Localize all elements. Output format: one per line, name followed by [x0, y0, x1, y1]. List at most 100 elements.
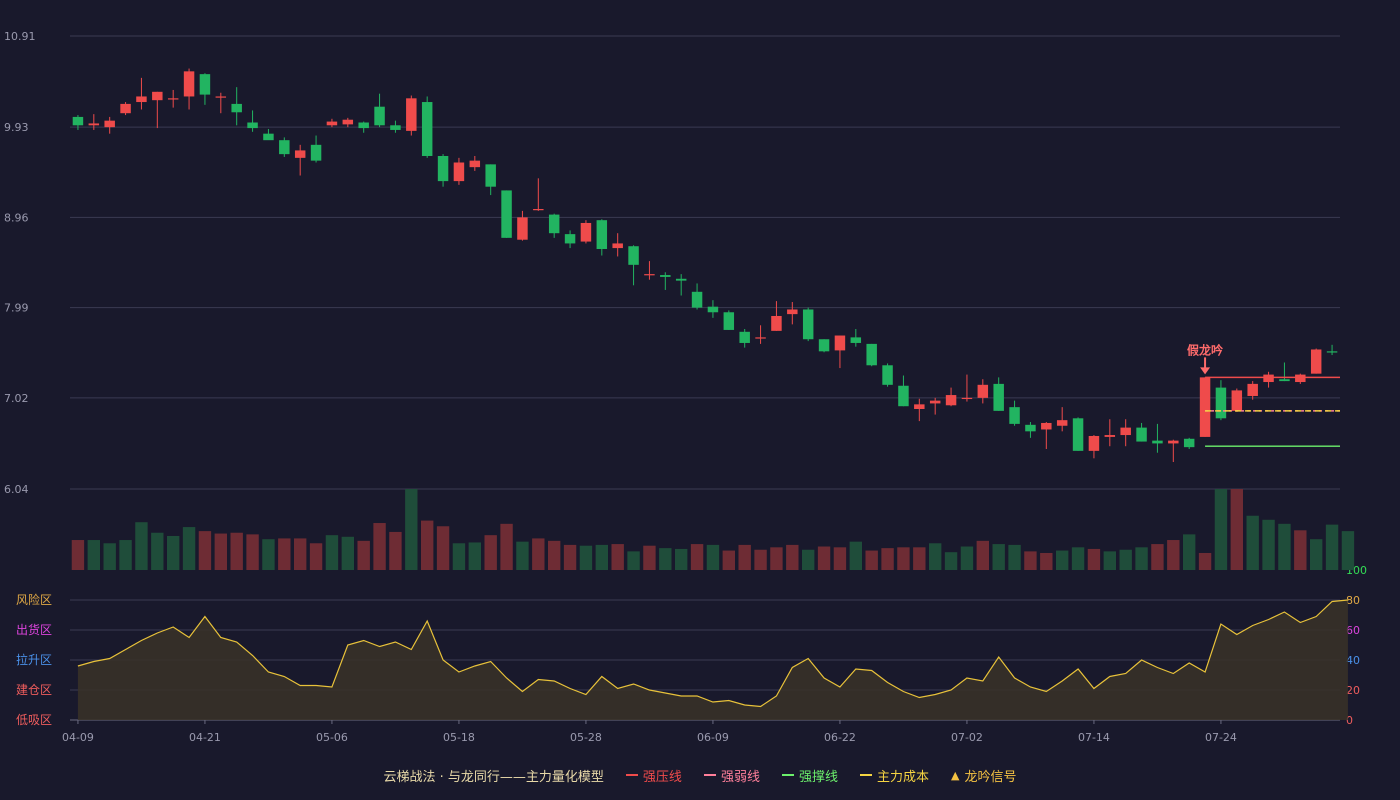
zone-label: 风险区: [16, 592, 52, 607]
volume-bar: [1055, 550, 1069, 570]
triangle-icon: ▲: [950, 768, 960, 782]
candle-body: [596, 220, 608, 250]
legend-item-strength-line[interactable]: 强弱线: [703, 766, 760, 785]
volume-bar: [770, 547, 783, 570]
volume-bar: [1325, 524, 1339, 570]
price-tick-label: 9.93: [4, 121, 29, 134]
candle-body: [501, 190, 512, 238]
volume-bar: [484, 535, 497, 570]
volume-bar: [341, 536, 355, 570]
candle-body: [675, 278, 687, 281]
zone-label: 建仓区: [16, 683, 52, 697]
volume-bar: [373, 523, 386, 570]
legend-item-strong-pressure[interactable]: 强压线: [625, 766, 682, 785]
candle-body: [374, 106, 385, 126]
volume-bar: [1071, 547, 1085, 570]
candle-body: [231, 103, 242, 113]
volume-bar: [182, 527, 196, 570]
zone-label: 出货区: [16, 622, 52, 637]
candle-body: [929, 400, 941, 404]
volume-bar: [151, 532, 164, 570]
volume-bar: [801, 549, 815, 570]
price-tick-label: 7.99: [4, 302, 29, 315]
legend-label: 主力成本: [876, 769, 929, 785]
volume-bar: [1246, 515, 1259, 570]
candle-body: [1072, 418, 1084, 451]
candle-body: [993, 383, 1004, 411]
candle-body: [167, 98, 179, 100]
candle-body: [1120, 427, 1131, 436]
candle-body: [834, 335, 846, 351]
candle-body: [882, 365, 893, 385]
signal-arrow-icon: [1200, 367, 1211, 375]
oscillator-tick-label: 20: [1346, 684, 1360, 697]
candle-body: [469, 160, 481, 168]
candle-body: [1104, 435, 1116, 437]
x-tick-label: 06-22: [824, 731, 856, 744]
candle-body: [88, 123, 100, 126]
legend-label: 强撑线: [798, 769, 838, 785]
candle-body: [914, 404, 925, 410]
candle-body: [802, 309, 814, 340]
x-tick-label: 07-24: [1205, 731, 1237, 744]
candle-body: [660, 275, 671, 277]
candle-body: [437, 155, 449, 182]
volume-bar: [278, 538, 291, 570]
volume-bar: [1167, 540, 1180, 570]
volume-bar: [960, 546, 974, 570]
legend-item-main-cost[interactable]: 主力成本: [859, 766, 929, 785]
candle-body: [755, 337, 766, 339]
volume-bar: [563, 544, 577, 570]
volume-bar: [1103, 551, 1117, 570]
price-tick-label: 8.96: [4, 211, 29, 224]
volume-bar: [1008, 544, 1021, 570]
oscillator-tick-label: 80: [1346, 594, 1360, 607]
volume-bar: [1182, 534, 1196, 570]
oscillator-tick-label: 40: [1346, 654, 1360, 667]
volume-bar: [230, 532, 243, 570]
volume-bar: [135, 522, 148, 570]
candle-body: [1310, 349, 1322, 374]
candle-body: [104, 120, 115, 128]
volume-bar: [405, 489, 418, 570]
signal-marker: 假龙吟: [1187, 342, 1223, 375]
volume-bar: [214, 533, 228, 570]
volume-bar: [738, 544, 751, 570]
legend-item-dragon-signal[interactable]: ▲ 龙吟信号: [951, 766, 1016, 785]
candle-body: [1136, 427, 1147, 442]
candle-body: [294, 150, 306, 158]
candle-body: [866, 343, 877, 366]
volume-bar: [1214, 489, 1228, 570]
candle-body: [1263, 374, 1274, 383]
zone-label: 拉升区: [16, 652, 52, 667]
volume-bar: [944, 552, 958, 570]
legend-item-strong-support[interactable]: 强撑线: [781, 766, 838, 785]
volume-bar: [786, 544, 799, 570]
volume-bar: [119, 540, 132, 570]
volume-bar: [547, 540, 561, 570]
candle-body: [310, 144, 322, 161]
candle-body: [485, 164, 496, 187]
volume-bar: [293, 538, 307, 570]
legend-swatch-line-icon: [625, 774, 638, 776]
candle-body: [818, 339, 830, 352]
candle-body: [977, 384, 989, 398]
volume-bar: [1341, 531, 1355, 570]
legend-swatch-line-icon: [781, 774, 794, 776]
volume-bar: [1294, 530, 1307, 570]
x-tick-label: 07-14: [1078, 731, 1110, 744]
candle-body: [406, 98, 417, 131]
legend-label: 强压线: [642, 769, 682, 785]
volume-bar: [1119, 549, 1132, 570]
candle-body: [691, 291, 703, 308]
candle-body: [152, 91, 163, 101]
volume-bar: [468, 542, 482, 570]
candle-body: [1041, 422, 1052, 430]
candle-body: [453, 162, 465, 182]
candle-body: [644, 274, 655, 276]
candle-body: [564, 234, 576, 244]
volume-bar: [1278, 523, 1291, 570]
volume-bar: [1309, 539, 1323, 570]
volume-bar: [246, 534, 259, 570]
candle-body: [517, 217, 528, 240]
